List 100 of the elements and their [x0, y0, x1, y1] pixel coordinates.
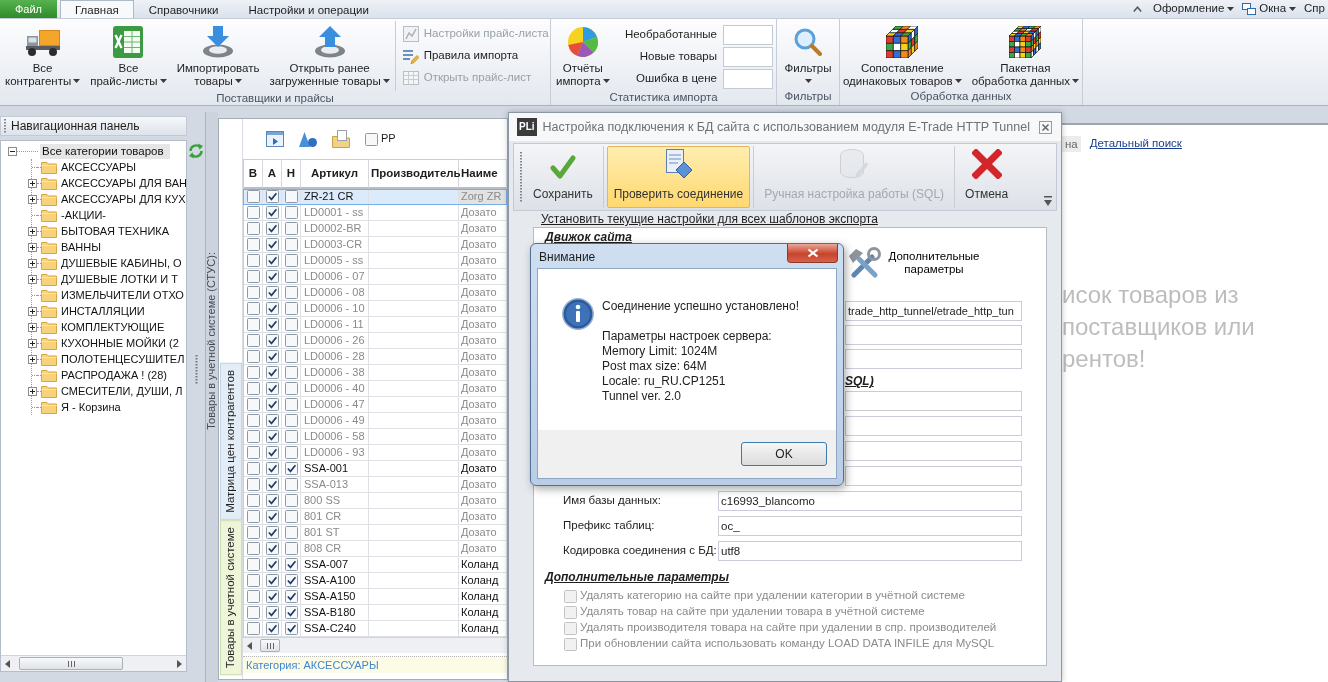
checkbox[interactable]: [284, 622, 298, 635]
checkbox[interactable]: [265, 334, 279, 347]
input-field[interactable]: [845, 416, 1022, 436]
expand-icon[interactable]: [27, 338, 37, 348]
tree-item[interactable]: ДУШЕВЫЕ КАБИНЫ, О: [59, 255, 184, 271]
checkbox[interactable]: [265, 494, 279, 507]
tree-item[interactable]: ИНСТАЛЛЯЦИИ: [59, 303, 147, 319]
tree-item[interactable]: -АКЦИИ-: [59, 207, 109, 223]
checkbox[interactable]: [284, 478, 298, 491]
input-field[interactable]: [845, 325, 1022, 345]
caret-icon[interactable]: [954, 78, 962, 83]
checkbox[interactable]: [284, 526, 298, 539]
ribbon-tab[interactable]: Главная: [60, 0, 134, 18]
checkbox[interactable]: [265, 446, 279, 459]
extra-settings-button[interactable]: Дополнительные параметры: [847, 246, 983, 280]
checkbox[interactable]: [246, 382, 260, 395]
checkbox[interactable]: [284, 318, 298, 331]
caret-icon[interactable]: [1072, 78, 1080, 83]
checkbox[interactable]: [284, 382, 298, 395]
input-field[interactable]: [845, 349, 1022, 369]
side-tab[interactable]: Матрица цен контрагентов: [219, 362, 242, 520]
side-tab[interactable]: Товары в учетной системе: [219, 519, 242, 675]
checkbox[interactable]: [246, 190, 260, 203]
checkbox[interactable]: [265, 302, 279, 315]
caret-icon[interactable]: [234, 78, 242, 83]
ribbon-button[interactable]: Все контрагенты: [0, 19, 86, 87]
ribbon-button[interactable]: Пакетная обработка данных: [966, 19, 1085, 87]
checkbox[interactable]: [246, 286, 260, 299]
input-field[interactable]: [845, 466, 1022, 486]
toolbar-button[interactable]: Проверить соединение: [606, 146, 751, 208]
checkbox[interactable]: [284, 366, 298, 379]
tree-item[interactable]: АКСЕССУАРЫ ДЛЯ КУХ: [59, 191, 186, 207]
checkbox[interactable]: [265, 622, 279, 635]
tree-item[interactable]: БЫТОВАЯ ТЕХНИКА: [59, 223, 172, 239]
expand-icon[interactable]: [27, 178, 37, 188]
tree-item[interactable]: ИЗМЕЛЬЧИТЕЛИ ОТХО: [59, 287, 186, 303]
checkbox[interactable]: [265, 238, 279, 251]
checkbox[interactable]: [246, 270, 260, 283]
tree-item[interactable]: Я - Корзина: [59, 399, 123, 415]
tree-item[interactable]: КОМПЛЕКТУЮЩИЕ: [59, 319, 167, 335]
checkbox[interactable]: [265, 206, 279, 219]
checkbox[interactable]: [265, 190, 279, 203]
windows-menu[interactable]: Окна: [1241, 0, 1298, 18]
horizontal-scrollbar[interactable]: [243, 637, 507, 653]
tree-item[interactable]: АКСЕССУАРЫ ДЛЯ ВАН: [59, 175, 186, 191]
expand-icon[interactable]: [27, 322, 37, 332]
apply-settings-link[interactable]: Установить текущие настройки для всех шаблонов экспорта: [541, 212, 878, 227]
checkbox[interactable]: [265, 526, 279, 539]
checkbox[interactable]: [246, 238, 260, 251]
caret-icon[interactable]: [382, 78, 390, 83]
advanced-search-link[interactable]: Детальный поиск: [1089, 137, 1182, 151]
checkbox[interactable]: [284, 254, 298, 267]
checkbox[interactable]: [265, 366, 279, 379]
checkbox[interactable]: [246, 478, 260, 491]
close-icon[interactable]: [1039, 120, 1052, 134]
checkbox[interactable]: [246, 206, 260, 219]
checkbox[interactable]: [365, 132, 378, 146]
checkbox[interactable]: [284, 542, 298, 555]
tree-item[interactable]: КУХОННЫЕ МОЙКИ (2: [59, 335, 181, 351]
toolbar-overflow-icon[interactable]: [1044, 196, 1052, 206]
tree-item[interactable]: Все категории товаров: [40, 143, 170, 159]
folder-document-icon[interactable]: [332, 130, 350, 148]
collapse-ribbon-icon[interactable]: [1132, 6, 1142, 12]
tree-item[interactable]: СМЕСИТЕЛИ, ДУШИ, Л: [59, 383, 185, 399]
ribbon-button[interactable]: Все прайс-листы: [85, 19, 172, 87]
checkbox[interactable]: [284, 606, 298, 619]
checkbox[interactable]: [284, 206, 298, 219]
checkbox[interactable]: [284, 590, 298, 603]
expand-icon[interactable]: [27, 226, 37, 236]
checkbox[interactable]: [246, 606, 260, 619]
input-field[interactable]: [845, 391, 1022, 411]
checkbox[interactable]: [284, 222, 298, 235]
ribbon-button[interactable]: Импортировать товары: [171, 19, 265, 87]
checkbox[interactable]: [246, 350, 260, 363]
window-play-icon[interactable]: [266, 130, 284, 148]
tree-item[interactable]: АКСЕССУАРЫ: [59, 159, 139, 175]
checkbox[interactable]: [246, 414, 260, 427]
checkbox[interactable]: [284, 574, 298, 587]
ribbon-button[interactable]: Открыть ранее загруженные товары: [264, 19, 395, 87]
toolbar-button[interactable]: Сохранить: [526, 146, 600, 208]
checkbox[interactable]: [265, 542, 279, 555]
input-field[interactable]: [845, 441, 1022, 461]
collapsed-panel-strip[interactable]: Товары в учетной системе (СТУС):: [205, 112, 218, 682]
checkbox[interactable]: [284, 302, 298, 315]
appearance-menu[interactable]: Оформление: [1151, 0, 1236, 18]
expand-icon[interactable]: [27, 386, 37, 396]
checkbox[interactable]: [246, 222, 260, 235]
checkbox[interactable]: [284, 398, 298, 411]
checkbox[interactable]: [284, 446, 298, 459]
input-field[interactable]: trade_http_tunnel/etrade_http_tun: [845, 301, 1022, 321]
checkbox[interactable]: [246, 254, 260, 267]
checkbox[interactable]: [246, 510, 260, 523]
checkbox[interactable]: [265, 478, 279, 491]
checkbox[interactable]: [265, 398, 279, 411]
input-field[interactable]: c16993_blancomo: [718, 491, 1022, 511]
checkbox[interactable]: [265, 414, 279, 427]
checkbox[interactable]: [265, 270, 279, 283]
tree-item[interactable]: ПОЛОТЕНЦЕСУШИТЕЛ: [59, 351, 186, 367]
checkbox[interactable]: [246, 318, 260, 331]
checkbox[interactable]: [246, 446, 260, 459]
